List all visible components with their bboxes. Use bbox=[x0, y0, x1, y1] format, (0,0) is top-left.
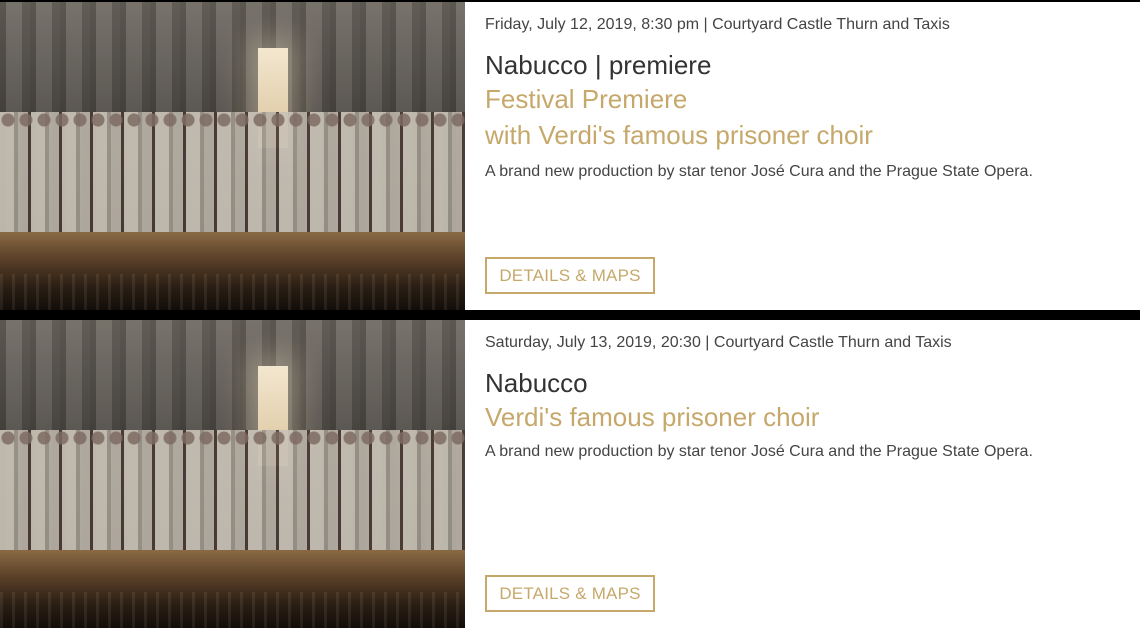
event-card: Friday, July 12, 2019, 8:30 pm | Courtya… bbox=[0, 2, 1140, 310]
event-subtitle-line: Verdi's famous prisoner choir bbox=[485, 402, 820, 432]
photo-choir-heads bbox=[0, 420, 465, 456]
event-title[interactable]: Nabucco bbox=[485, 368, 588, 399]
photo-choir-heads bbox=[0, 102, 465, 138]
event-info: Friday, July 12, 2019, 8:30 pm | Courtya… bbox=[465, 2, 1140, 310]
photo-stage-floor bbox=[0, 232, 465, 310]
event-photo[interactable] bbox=[0, 320, 465, 628]
details-maps-button[interactable]: DETAILS & MAPS bbox=[485, 257, 655, 294]
event-photo[interactable] bbox=[0, 2, 465, 310]
event-description: A brand new production by star tenor Jos… bbox=[485, 443, 1033, 460]
event-description: A brand new production by star tenor Jos… bbox=[485, 163, 1033, 180]
photo-stage-floor bbox=[0, 550, 465, 628]
event-info: Saturday, July 13, 2019, 20:30 | Courtya… bbox=[465, 320, 1140, 628]
event-subtitle-line: with Verdi's famous prisoner choir bbox=[485, 120, 873, 150]
event-card: Saturday, July 13, 2019, 20:30 | Courtya… bbox=[0, 320, 1140, 628]
event-date: Saturday, July 13, 2019, 20:30 | Courtya… bbox=[485, 334, 952, 351]
details-maps-button[interactable]: DETAILS & MAPS bbox=[485, 575, 655, 612]
event-date: Friday, July 12, 2019, 8:30 pm | Courtya… bbox=[485, 16, 950, 33]
event-title[interactable]: Nabucco | premiere bbox=[485, 50, 711, 81]
event-subtitle-line: Festival Premiere bbox=[485, 84, 688, 114]
